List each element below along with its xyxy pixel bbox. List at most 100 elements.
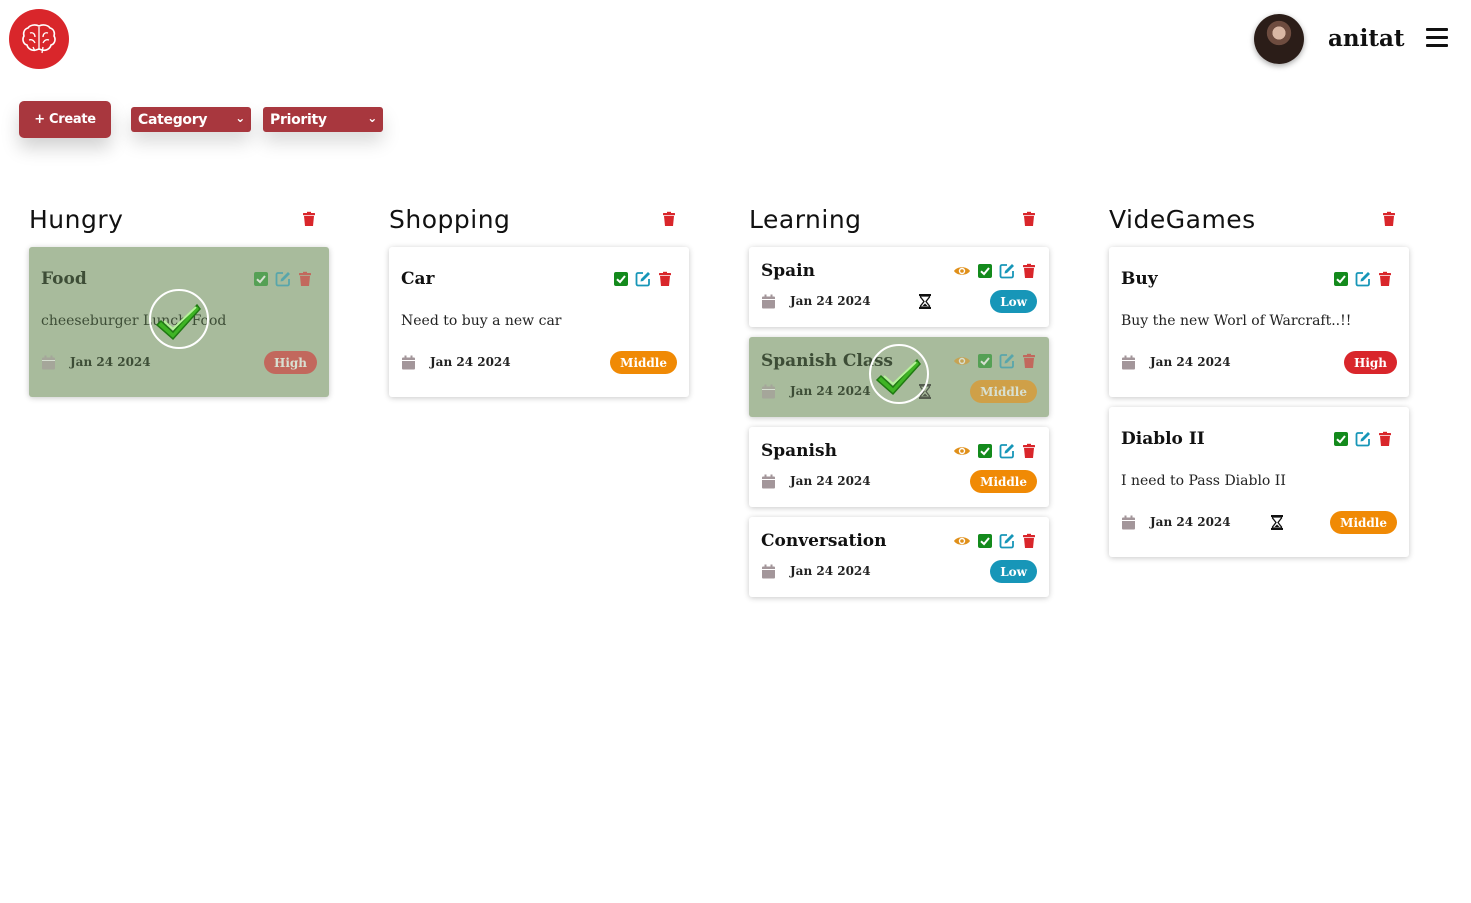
edit-icon[interactable] — [635, 271, 651, 287]
category-select-label: Category — [138, 111, 208, 128]
chevron-down-icon: ⌄ — [235, 111, 245, 125]
delete-column-icon[interactable] — [1021, 211, 1037, 227]
card-description: Need to buy a new car — [401, 313, 562, 329]
trash-icon[interactable] — [1021, 533, 1037, 549]
delete-column-icon[interactable] — [301, 211, 317, 227]
column-title: VideGames — [1109, 205, 1256, 234]
create-button[interactable]: + Create — [19, 101, 111, 138]
card-actions — [953, 263, 1037, 279]
calendar-icon — [762, 474, 775, 489]
priority-badge: Low — [990, 290, 1037, 313]
completed-check-icon — [149, 289, 209, 349]
check-square-icon[interactable] — [977, 263, 993, 279]
brain-logo[interactable] — [9, 9, 69, 69]
priority-badge: Middle — [1330, 511, 1397, 534]
trash-icon[interactable] — [1377, 431, 1393, 447]
card-actions — [253, 271, 313, 287]
card-date: Jan 24 2024 — [1150, 515, 1231, 529]
trash-icon[interactable] — [1021, 443, 1037, 459]
completed-check-icon — [869, 344, 929, 404]
card-title: Food — [41, 269, 87, 289]
card-title: Car — [401, 269, 435, 289]
trash-icon[interactable] — [1377, 271, 1393, 287]
card-title: Spain — [761, 261, 815, 281]
priority-select-label: Priority — [270, 111, 327, 128]
edit-icon[interactable] — [999, 443, 1015, 459]
eye-icon[interactable] — [953, 353, 971, 369]
card-date: Jan 24 2024 — [70, 355, 151, 369]
column-title: Shopping — [389, 205, 511, 234]
priority-badge: High — [1343, 351, 1397, 374]
priority-select[interactable]: Priority ⌄ — [263, 107, 383, 132]
edit-icon[interactable] — [275, 271, 291, 287]
brain-icon — [22, 24, 56, 54]
card-title: Spanish — [761, 441, 837, 461]
check-square-icon[interactable] — [613, 271, 629, 287]
column-title: Learning — [749, 205, 862, 234]
hourglass-icon — [1271, 515, 1283, 530]
check-square-icon[interactable] — [977, 443, 993, 459]
card-actions — [1333, 431, 1393, 447]
priority-badge: Middle — [610, 351, 677, 374]
task-card[interactable]: Food cheeseburger Lunch Food Jan 24 2024 Hi… — [29, 247, 329, 397]
card-description: I need to Pass Diablo II — [1121, 473, 1286, 489]
check-square-icon[interactable] — [253, 271, 269, 287]
calendar-icon — [42, 355, 55, 370]
check-square-icon[interactable] — [977, 353, 993, 369]
card-date: Jan 24 2024 — [790, 294, 871, 308]
card-date: Jan 24 2024 — [790, 564, 871, 578]
card-date: Jan 24 2024 — [790, 474, 871, 488]
edit-icon[interactable] — [999, 353, 1015, 369]
chevron-down-icon: ⌄ — [367, 111, 377, 125]
calendar-icon — [1122, 355, 1135, 370]
trash-icon[interactable] — [657, 271, 673, 287]
user-avatar[interactable] — [1254, 14, 1304, 64]
card-date: Jan 24 2024 — [430, 355, 511, 369]
priority-badge: High — [263, 351, 317, 374]
username[interactable]: anitat — [1328, 25, 1405, 52]
check-square-icon[interactable] — [1333, 431, 1349, 447]
card-actions — [953, 533, 1037, 549]
task-card[interactable]: Buy Buy the new Worl of Warcraft..!! Jan 2… — [1109, 247, 1409, 397]
calendar-icon — [762, 294, 775, 309]
trash-icon[interactable] — [297, 271, 313, 287]
card-title: Diablo II — [1121, 429, 1205, 449]
edit-icon[interactable] — [999, 263, 1015, 279]
check-square-icon[interactable] — [1333, 271, 1349, 287]
check-square-icon[interactable] — [977, 533, 993, 549]
card-date: Jan 24 2024 — [1150, 355, 1231, 369]
priority-badge: Low — [990, 560, 1037, 583]
card-actions — [613, 271, 673, 287]
edit-icon[interactable] — [1355, 271, 1371, 287]
edit-icon[interactable] — [999, 533, 1015, 549]
trash-icon[interactable] — [1021, 353, 1037, 369]
calendar-icon — [1122, 515, 1135, 530]
category-select[interactable]: Category ⌄ — [131, 107, 251, 132]
task-card[interactable]: Diablo II I need to Pass Diablo II Jan 24 … — [1109, 407, 1409, 557]
calendar-icon — [762, 564, 775, 579]
task-card[interactable]: Conversation Jan 24 2024 Low — [749, 517, 1049, 597]
column-title: Hungry — [29, 205, 124, 234]
card-actions — [953, 353, 1037, 369]
task-card[interactable]: Spanish Jan 24 2024 Middle — [749, 427, 1049, 507]
delete-column-icon[interactable] — [1381, 211, 1397, 227]
card-date: Jan 24 2024 — [790, 384, 871, 398]
calendar-icon — [402, 355, 415, 370]
card-description: Buy the new Worl of Warcraft..!! — [1121, 313, 1352, 329]
eye-icon[interactable] — [953, 533, 971, 549]
trash-icon[interactable] — [1021, 263, 1037, 279]
task-card[interactable]: Spain Jan 24 2024 Low — [749, 247, 1049, 327]
priority-badge: Middle — [970, 380, 1037, 403]
edit-icon[interactable] — [1355, 431, 1371, 447]
priority-badge: Middle — [970, 470, 1037, 493]
card-actions — [1333, 271, 1393, 287]
hamburger-menu-icon[interactable] — [1426, 28, 1448, 48]
eye-icon[interactable] — [953, 443, 971, 459]
task-card[interactable]: Car Need to buy a new car Jan 24 2024 Middl… — [389, 247, 689, 397]
card-actions — [953, 443, 1037, 459]
card-title: Conversation — [761, 531, 887, 551]
delete-column-icon[interactable] — [661, 211, 677, 227]
eye-icon[interactable] — [953, 263, 971, 279]
card-title: Buy — [1121, 269, 1158, 289]
task-card[interactable]: Spanish Class Jan 24 2024 Middle — [749, 337, 1049, 417]
